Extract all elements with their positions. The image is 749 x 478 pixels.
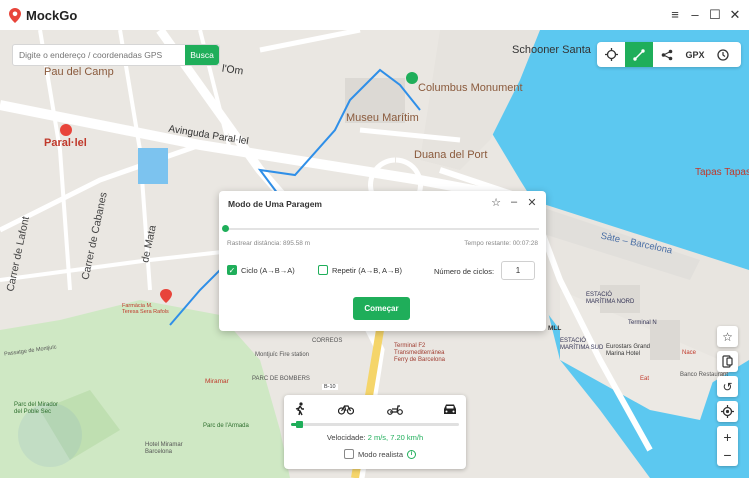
share-icon[interactable] [653,42,681,67]
map-label-tapas: Tapas Tapas [695,167,749,178]
realistic-mode-checkbox[interactable] [344,449,354,459]
menu-icon[interactable]: ≡ [667,6,683,22]
speed-readout: Velocidade: 2 m/s, 7.20 km/h [284,433,466,442]
locate-me-icon[interactable] [717,401,738,422]
map-label-mll: MLL [548,325,562,332]
map-label-miramar: Miramar [205,378,229,385]
map-label-montjuic-fire: Montjuïc Fire station [255,352,310,358]
cycles-label: Número de ciclos: [434,267,495,276]
one-stop-mode-dialog: Modo de Uma Paragem ☆ – ✕ Rastrear distâ… [219,191,546,331]
app-name: MockGo [26,7,78,23]
map-label-parc-armada: Parc de l'Armada [203,423,249,429]
speed-slider-knob[interactable] [296,421,304,428]
repeat-checkbox[interactable] [318,265,328,275]
search-input[interactable] [13,45,185,65]
map-label-correos: CORREOS [312,338,343,344]
reset-icon[interactable]: ↺ [717,376,738,397]
scooter-mode-icon[interactable] [385,400,405,418]
close-button[interactable]: ✕ [727,6,743,22]
mockgo-logo-icon [9,7,21,23]
car-mode-icon[interactable] [440,400,460,418]
option-cycle[interactable]: ✓ Ciclo (A→B→A) [227,265,295,275]
map-label-duana: Duana del Port [414,149,488,161]
teleport-mode-icon[interactable] [597,42,625,67]
info-icon[interactable]: i [407,449,417,459]
map-label-museu: Museu Marítim [346,112,419,124]
search-bar: Busca [12,44,220,66]
close-dialog-icon[interactable]: ✕ [526,195,538,209]
option-repeat[interactable]: Repetir (A→B, A→B) [318,265,402,275]
map-label-parc-bombers: PARC DE BOMBERS [252,376,310,382]
map-label-metro: Paral·lel [44,137,87,149]
cycle-checkbox[interactable]: ✓ [227,265,237,275]
map-label-hotel-miramar: Hotel Miramar Barcelona [145,442,183,455]
map-label-estacio-nord: ESTACIÓ MARÍTIMA NORD [586,292,635,305]
favorite-star-icon[interactable]: ☆ [490,195,502,209]
start-button[interactable]: Começar [353,297,410,320]
realistic-mode-label: Modo realista [358,449,404,459]
zoom-in-icon[interactable]: + [723,428,731,446]
map-label-nace: Nace [682,350,697,356]
route-progress-bar [227,228,539,230]
map-label-estacio-sud: ESTACIÓ MARÍTIMA SUD [560,338,604,351]
speed-label: Velocidade: [326,433,366,442]
device-icon[interactable] [717,351,738,372]
zoom-out-icon[interactable]: − [723,446,731,464]
map-label-schooner: Schooner Santa [512,44,591,56]
zoom-control: + − [717,426,738,466]
two-spot-mode-icon[interactable] [625,42,653,67]
bike-mode-icon[interactable] [336,400,356,418]
cycles-input[interactable]: 1 [501,261,535,280]
speed-value: 2 m/s, 7.20 km/h [367,433,424,442]
minimize-button[interactable]: – [687,6,703,22]
map-label-columbus: Columbus Monument [418,82,523,94]
walk-mode-icon[interactable] [290,400,310,418]
favorite-star-icon[interactable]: ☆ [717,326,738,347]
dialog-title: Modo de Uma Paragem [228,199,322,209]
cycle-label: Ciclo (A→B→A) [241,265,295,275]
map-label-terminal-f2: Terminal F2 Transmediterránea Ferry de B… [394,343,446,363]
repeat-label: Repetir (A→B, A→B) [332,265,403,275]
realistic-mode-option[interactable]: Modo realista i [344,449,417,459]
map-label-eurostars: Eurostars Grand Marina Hotel [606,344,651,357]
title-bar: MockGo ≡ – ☐ ✕ [0,0,749,30]
map-label-pau-del-camp: Pau del Camp [44,66,114,78]
route-progress-marker [222,225,229,232]
minimize-dialog-icon[interactable]: – [508,195,520,209]
search-button[interactable]: Busca [185,45,219,65]
speed-panel: Velocidade: 2 m/s, 7.20 km/h Modo realis… [284,395,466,469]
map-label-mirador: Parc del Mirador del Poble Sec [14,402,59,415]
maximize-button[interactable]: ☐ [707,6,723,22]
gpx-button[interactable]: GPX [681,42,709,67]
map-label-farmacia: Farmàcia M. Teresa Sera Rafols [122,303,169,316]
map-label-eat: Eat [640,376,650,382]
map-label-terminal-n: Terminal N [628,320,657,326]
speed-slider[interactable] [291,421,459,428]
time-remaining: Tempo restante: 00:07:28 [464,240,538,247]
map-label-b10: B-10 [322,384,338,390]
mode-toolbar: GPX [597,42,741,67]
track-distance: Rastrear distância: 895.58 m [227,240,311,247]
history-icon[interactable] [709,42,737,67]
